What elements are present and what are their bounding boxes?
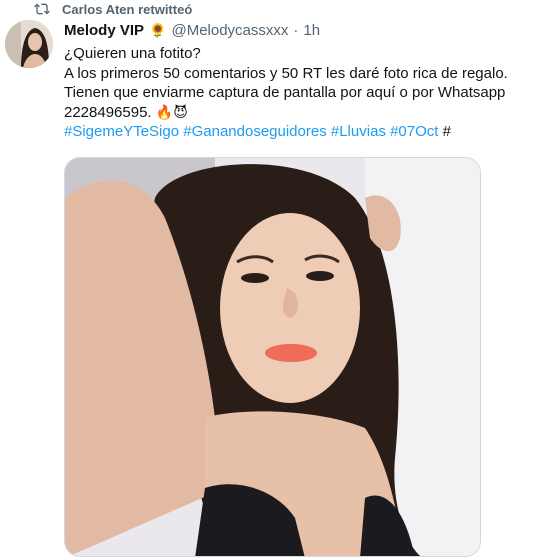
hashtag-link[interactable]: #SigemeYTeSigo xyxy=(64,123,179,140)
tweet-line: 2228496595. 🔥😈 xyxy=(64,103,534,123)
tweet-line: ¿Quieren una fotito? xyxy=(64,45,201,62)
avatar[interactable] xyxy=(5,20,53,68)
tweet-body: ¿Quieren una fotito? A los primeros 50 c… xyxy=(64,44,534,142)
retweet-context[interactable]: Carlos Aten retwitteó xyxy=(34,0,192,18)
separator-dot: · xyxy=(293,22,299,39)
tweet-header: Melody VIP 🌻 @Melodycassxxx · 1h xyxy=(64,22,320,39)
sunflower-emoji: 🌻 xyxy=(149,22,167,38)
fire-devil-emoji: 🔥😈 xyxy=(155,103,188,120)
tweet-line: A los primeros 50 comentarios y 50 RT le… xyxy=(64,64,508,82)
author-name[interactable]: Melody VIP xyxy=(64,22,144,39)
tweet-time[interactable]: 1h xyxy=(303,22,320,39)
hashtag-link[interactable]: #Ganandoseguidores xyxy=(183,123,326,140)
phone-text: 2228496595. xyxy=(64,103,152,121)
trailing-hash: # xyxy=(442,123,451,140)
retweet-label: Carlos Aten retwitteó xyxy=(62,1,193,17)
author-handle[interactable]: @Melodycassxxx xyxy=(171,22,288,39)
hashtag-link[interactable]: #Lluvias xyxy=(331,123,386,140)
tweet-line: Tienen que enviarme captura de pantalla … xyxy=(64,84,506,101)
hashtag-line: #SigemeYTeSigo #Ganandoseguidores #Lluvi… xyxy=(64,122,534,142)
retweet-icon xyxy=(34,1,50,17)
tweet-photo[interactable] xyxy=(64,157,481,557)
hashtag-link[interactable]: #07Oct xyxy=(390,123,438,140)
